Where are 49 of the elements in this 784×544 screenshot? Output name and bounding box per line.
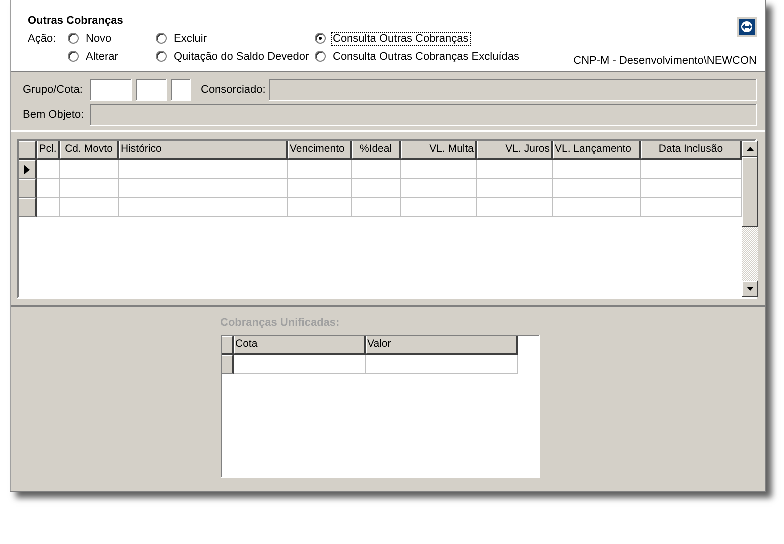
row-indicator[interactable] [19,160,37,179]
column-header[interactable]: VL. Lançamento [553,141,641,160]
column-header[interactable]: Pcl. [37,141,60,160]
quota-input-field[interactable] [136,79,167,101]
form-title: Outras Cobranças [28,15,124,27]
radio-option[interactable]: Quitação do Saldo Devedor [156,49,315,64]
column-header[interactable]: %Ideal [352,141,401,160]
scroll-thumb[interactable] [742,157,758,227]
table-cell [37,179,60,198]
row-indicator[interactable] [19,179,37,198]
up-arrow-icon [746,147,754,151]
table-cell [352,179,401,198]
column-header[interactable]: VL. Multa [401,141,477,160]
swap-button[interactable] [737,17,757,37]
table-cell [288,179,352,198]
radio-option[interactable]: Novo [68,31,156,46]
action-label: Ação: [28,32,58,47]
radio-option[interactable]: Alterar [68,49,156,64]
scroll-up-button[interactable] [742,141,758,157]
environment-label: CNP-M - Desenvolvimento\NEWCON [574,55,757,67]
vertical-scrollbar[interactable] [742,141,758,297]
table-cell [352,160,401,179]
table-cell [37,160,60,179]
double-arrow-icon [739,19,755,35]
field-label: Grupo/Cota: [23,84,84,96]
digit-input-field[interactable] [171,79,191,101]
column-header[interactable]: Data Inclusão [641,141,742,160]
column-header[interactable]: Vencimento [288,141,352,160]
table-cell [352,198,401,217]
table-cell [37,198,60,217]
asset-field[interactable] [90,104,757,126]
current-row-icon [24,164,30,174]
table-cell [60,160,119,179]
table-cell [288,160,352,179]
column-header[interactable]: Histórico [119,141,288,160]
row-indicator[interactable] [19,198,37,217]
scroll-down-button[interactable] [742,281,758,297]
field-label: Consorciado: [201,84,266,96]
consortium-member-field[interactable] [268,79,757,101]
group-input-field[interactable] [90,79,132,101]
column-header[interactable]: VL. Juros [477,141,553,160]
table-cell [60,198,119,217]
radio-option[interactable]: Consulta Outras Cobranças Excluídas [315,49,522,64]
radio-option[interactable]: Excluir [156,31,315,46]
table-cell [288,198,352,217]
down-arrow-icon [746,287,754,291]
field-label: Bem Objeto: [23,109,86,121]
table-cell [60,179,119,198]
column-header[interactable]: Cd. Movto [60,141,119,160]
